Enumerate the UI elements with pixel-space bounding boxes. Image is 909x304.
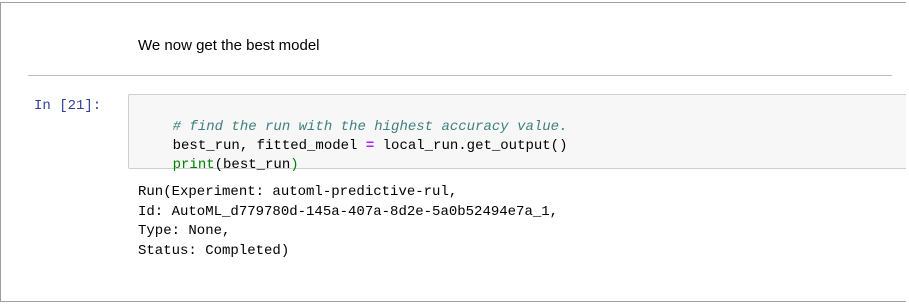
output-line: Status: Completed) [138, 242, 290, 259]
cell-output-area: Run(Experiment: automl-predictive-rul, I… [138, 183, 878, 261]
markdown-cell[interactable]: We now get the best model [138, 36, 878, 56]
code-operator: = [365, 138, 375, 154]
code-builtin: print [172, 157, 215, 173]
output-line: Id: AutoML_d779780d-145a-407a-8d2e-5a0b5… [138, 203, 559, 220]
code-paren: ) [290, 157, 299, 173]
code-line: # find the run with the highest accuracy… [139, 99, 906, 135]
output-line: Run(Experiment: automl-predictive-rul, [138, 184, 458, 200]
code-comment: # find the run with the highest accuracy… [172, 119, 568, 135]
markdown-text: We now get the best model [138, 37, 320, 54]
code-token: local_run.get_output() [374, 138, 568, 154]
code-input-area[interactable]: # find the run with the highest accuracy… [128, 94, 906, 173]
output-line: Type: None, [138, 223, 231, 239]
input-prompt: In [21]: [34, 98, 102, 114]
cell-divider [28, 75, 892, 76]
code-token: (best_run [214, 157, 291, 173]
code-token: best_run, fitted_model [172, 138, 366, 154]
